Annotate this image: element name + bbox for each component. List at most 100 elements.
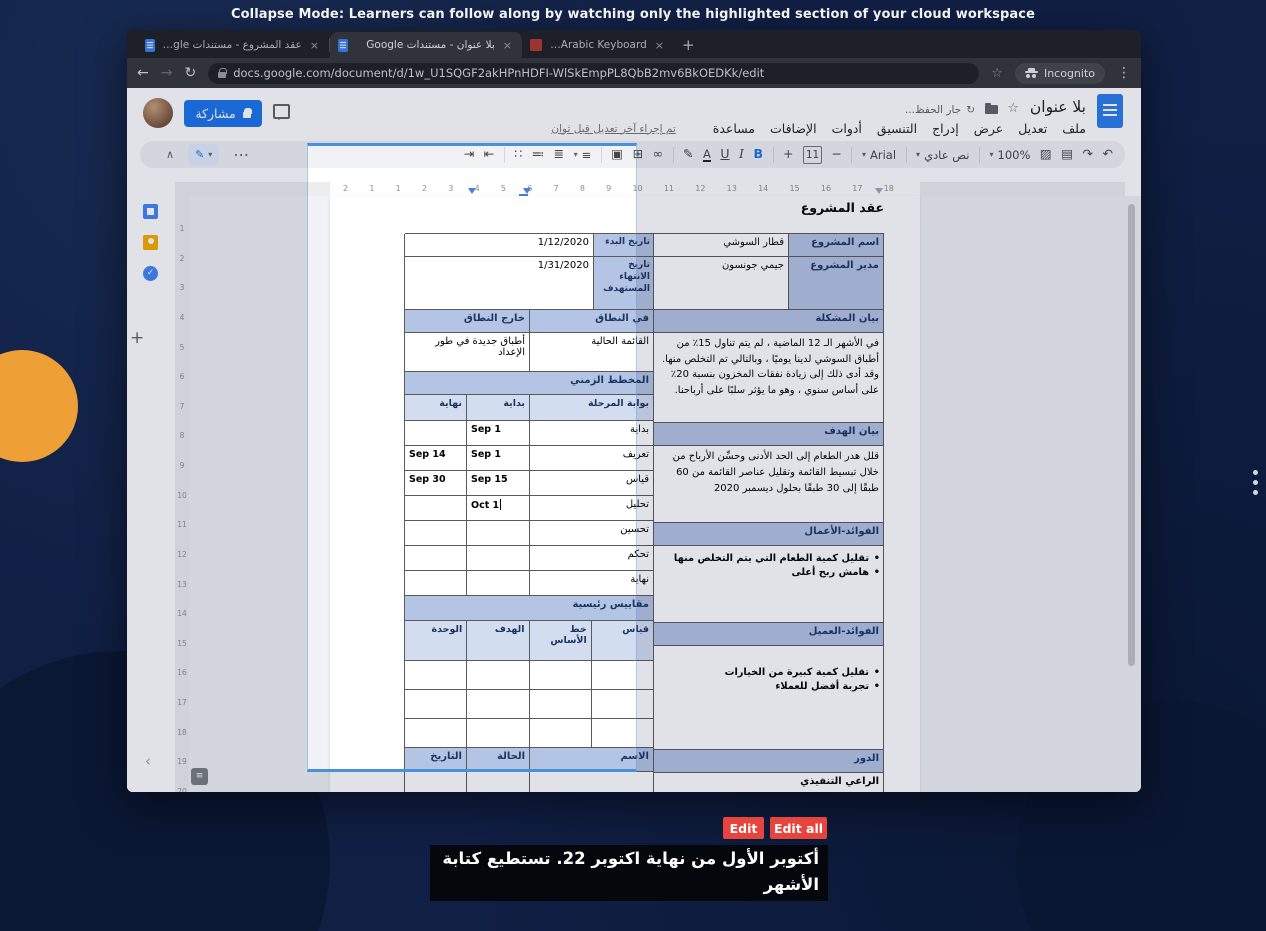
menu-file[interactable]: ملف <box>1062 121 1086 136</box>
empty-metric-cell[interactable] <box>466 690 529 719</box>
timeline-stage-cell[interactable]: تعريف <box>529 446 653 471</box>
empty-metric-cell[interactable] <box>404 661 467 690</box>
new-tab-button[interactable]: + <box>682 36 695 54</box>
decrease-indent-icon[interactable]: ⇤ <box>484 148 494 161</box>
timeline-stage-cell[interactable]: قياس <box>529 471 653 496</box>
empty-metric-cell[interactable] <box>528 719 591 748</box>
timeline-stage-cell[interactable]: تحكم <box>529 546 653 571</box>
timeline-end-cell[interactable] <box>404 421 466 446</box>
font-select[interactable]: Arial ▾ <box>862 148 896 162</box>
cell-project-manager-value[interactable]: جيمي جونسون <box>653 257 788 310</box>
timeline-end-cell[interactable] <box>404 546 466 571</box>
numbered-list-icon[interactable]: ≔ <box>532 148 545 161</box>
empty-metric-cell[interactable] <box>466 719 529 748</box>
cell-start-col-header[interactable]: بداية <box>466 395 529 421</box>
paragraph-style-select[interactable]: نص عادي ▾ <box>916 148 969 162</box>
menu-format[interactable]: التنسيق <box>877 121 917 136</box>
empty-metric-cell[interactable] <box>590 719 653 748</box>
timeline-start-cell[interactable]: Sep 1 <box>466 446 529 471</box>
undo-icon[interactable]: ↶ <box>1103 148 1113 161</box>
cell-project-name-label[interactable]: اسم المشروع <box>788 234 883 257</box>
cell-benefits-customer-header[interactable]: الفوائد-العميل <box>653 623 883 646</box>
menu-view[interactable]: عرض <box>974 121 1003 136</box>
cell-goal-header[interactable]: بيان الهدف <box>653 423 883 446</box>
empty-metric-cell[interactable] <box>528 690 591 719</box>
tab-close-icon[interactable]: × <box>501 39 514 52</box>
cell-end-date-value[interactable]: 1/31/2020 <box>404 257 593 310</box>
cell-benefits-business-header[interactable]: الفوائد-الأعمال <box>653 523 883 546</box>
right-indent-marker[interactable] <box>875 188 883 194</box>
line-spacing-icon[interactable]: ≣ <box>554 148 564 161</box>
increase-indent-icon[interactable]: ⇥ <box>464 148 474 161</box>
align-select[interactable]: ≡ ▾ <box>574 148 592 162</box>
cell-out-scope-value[interactable]: أطباق جديدة في طور الإعداد <box>404 333 529 372</box>
timeline-start-cell[interactable] <box>466 546 529 571</box>
calendar-icon[interactable] <box>143 204 158 219</box>
bulleted-list-icon[interactable]: ∷ <box>514 148 522 161</box>
cell-start-date-value[interactable]: 1/12/2020 <box>404 234 593 257</box>
timeline-end-cell[interactable] <box>404 521 466 546</box>
get-addons-icon[interactable]: + <box>130 328 144 348</box>
italic-icon[interactable]: I <box>739 148 744 161</box>
user-avatar[interactable] <box>143 98 173 128</box>
empty-role-cell[interactable] <box>529 772 653 792</box>
empty-metric-cell[interactable] <box>590 690 653 719</box>
cell-end-date-label[interactable]: تاريخ الانتهاء المستهدف <box>593 257 653 310</box>
menu-edit[interactable]: تعديل <box>1018 121 1047 136</box>
share-button[interactable]: مشاركة <box>184 100 262 127</box>
timeline-start-cell[interactable] <box>466 571 529 596</box>
star-document-icon[interactable]: ☆ <box>1007 101 1019 116</box>
cell-problem-header[interactable]: بيان المشكلة <box>653 310 883 333</box>
cell-start-date-label[interactable]: تاريخ البدء <box>593 234 653 257</box>
menu-tools[interactable]: أدوات <box>832 121 862 136</box>
tasks-icon[interactable]: ✓ <box>143 266 158 281</box>
cell-timeline-header[interactable]: المخطط الزمني <box>404 372 653 395</box>
browser-tab-untitled-active[interactable]: بلا عنوان - مستندات Google × <box>330 32 522 58</box>
cell-executive-sponsor[interactable]: الراعي التنفيذي <box>653 773 883 792</box>
empty-metric-cell[interactable] <box>466 661 529 690</box>
highlight-color-icon[interactable]: ✎ <box>683 148 693 161</box>
keep-icon[interactable] <box>143 235 158 250</box>
timeline-end-cell[interactable] <box>404 496 466 521</box>
zoom-select[interactable]: 100% ▾ <box>990 148 1031 162</box>
tab-close-icon[interactable]: × <box>653 39 666 52</box>
browser-tab-project-charter[interactable]: عقد المشروع - مستندات Google × <box>137 32 329 58</box>
metrics-col-header[interactable]: خط الأساس <box>528 621 591 661</box>
timeline-end-cell[interactable]: Sep 14 <box>404 446 466 471</box>
underline-icon[interactable]: U <box>720 148 729 161</box>
timeline-stage-cell[interactable]: نهاية <box>529 571 653 596</box>
more-toolbar-icon[interactable]: ⋯ <box>233 146 249 163</box>
menu-addons[interactable]: الإضافات <box>770 121 817 136</box>
back-icon[interactable]: ← <box>137 66 149 80</box>
timeline-stage-cell[interactable]: تحليل <box>529 496 653 521</box>
timeline-end-cell[interactable] <box>404 571 466 596</box>
menu-help[interactable]: مساعدة <box>713 121 755 136</box>
cell-date-col-header[interactable]: التاريخ <box>404 748 466 772</box>
empty-metric-cell[interactable] <box>404 690 467 719</box>
last-edit-link[interactable]: تم إجراء آخر تعديل قبل ثوان <box>551 123 675 135</box>
cell-status-col-header[interactable]: الحالة <box>466 748 529 772</box>
increase-font-size-icon[interactable]: + <box>783 148 793 161</box>
edit-all-button[interactable]: Edit all <box>770 817 827 839</box>
bookmark-star-icon[interactable]: ☆ <box>991 67 1003 80</box>
metrics-col-header[interactable]: قياس <box>590 621 653 661</box>
cell-benefits-business[interactable]: تقليل كمية الطعام التي يتم التخلص منهاها… <box>653 546 883 623</box>
menu-insert[interactable]: إدراج <box>932 121 959 136</box>
reload-icon[interactable]: ↻ <box>184 66 196 80</box>
forward-icon[interactable]: → <box>161 66 173 80</box>
empty-role-cell[interactable] <box>404 772 466 792</box>
decrease-font-size-icon[interactable]: − <box>832 148 842 161</box>
google-docs-logo[interactable] <box>1097 94 1123 128</box>
cell-end-col-header[interactable]: نهاية <box>404 395 466 421</box>
empty-metric-cell[interactable] <box>404 719 467 748</box>
timeline-stage-cell[interactable]: تحسين <box>529 521 653 546</box>
vertical-scrollbar[interactable] <box>1128 204 1135 666</box>
cell-goal-text[interactable]: قلل هدر الطعام إلى الحد الأدنى وحسِّن ال… <box>653 446 883 523</box>
cell-in-scope-value[interactable]: القائمة الحالية <box>529 333 653 372</box>
move-to-folder-icon[interactable] <box>985 102 998 114</box>
cell-benefits-customer[interactable]: تقليل كمية كبيرة من الخياراتتجربة أفضل ل… <box>653 646 883 750</box>
insert-image-icon[interactable]: ▣ <box>611 148 623 161</box>
timeline-start-cell[interactable]: Sep 1 <box>466 421 529 446</box>
cell-stage-gate-header[interactable]: بوابة المرحلة <box>529 395 653 421</box>
insert-link-icon[interactable]: ∞ <box>653 148 663 161</box>
